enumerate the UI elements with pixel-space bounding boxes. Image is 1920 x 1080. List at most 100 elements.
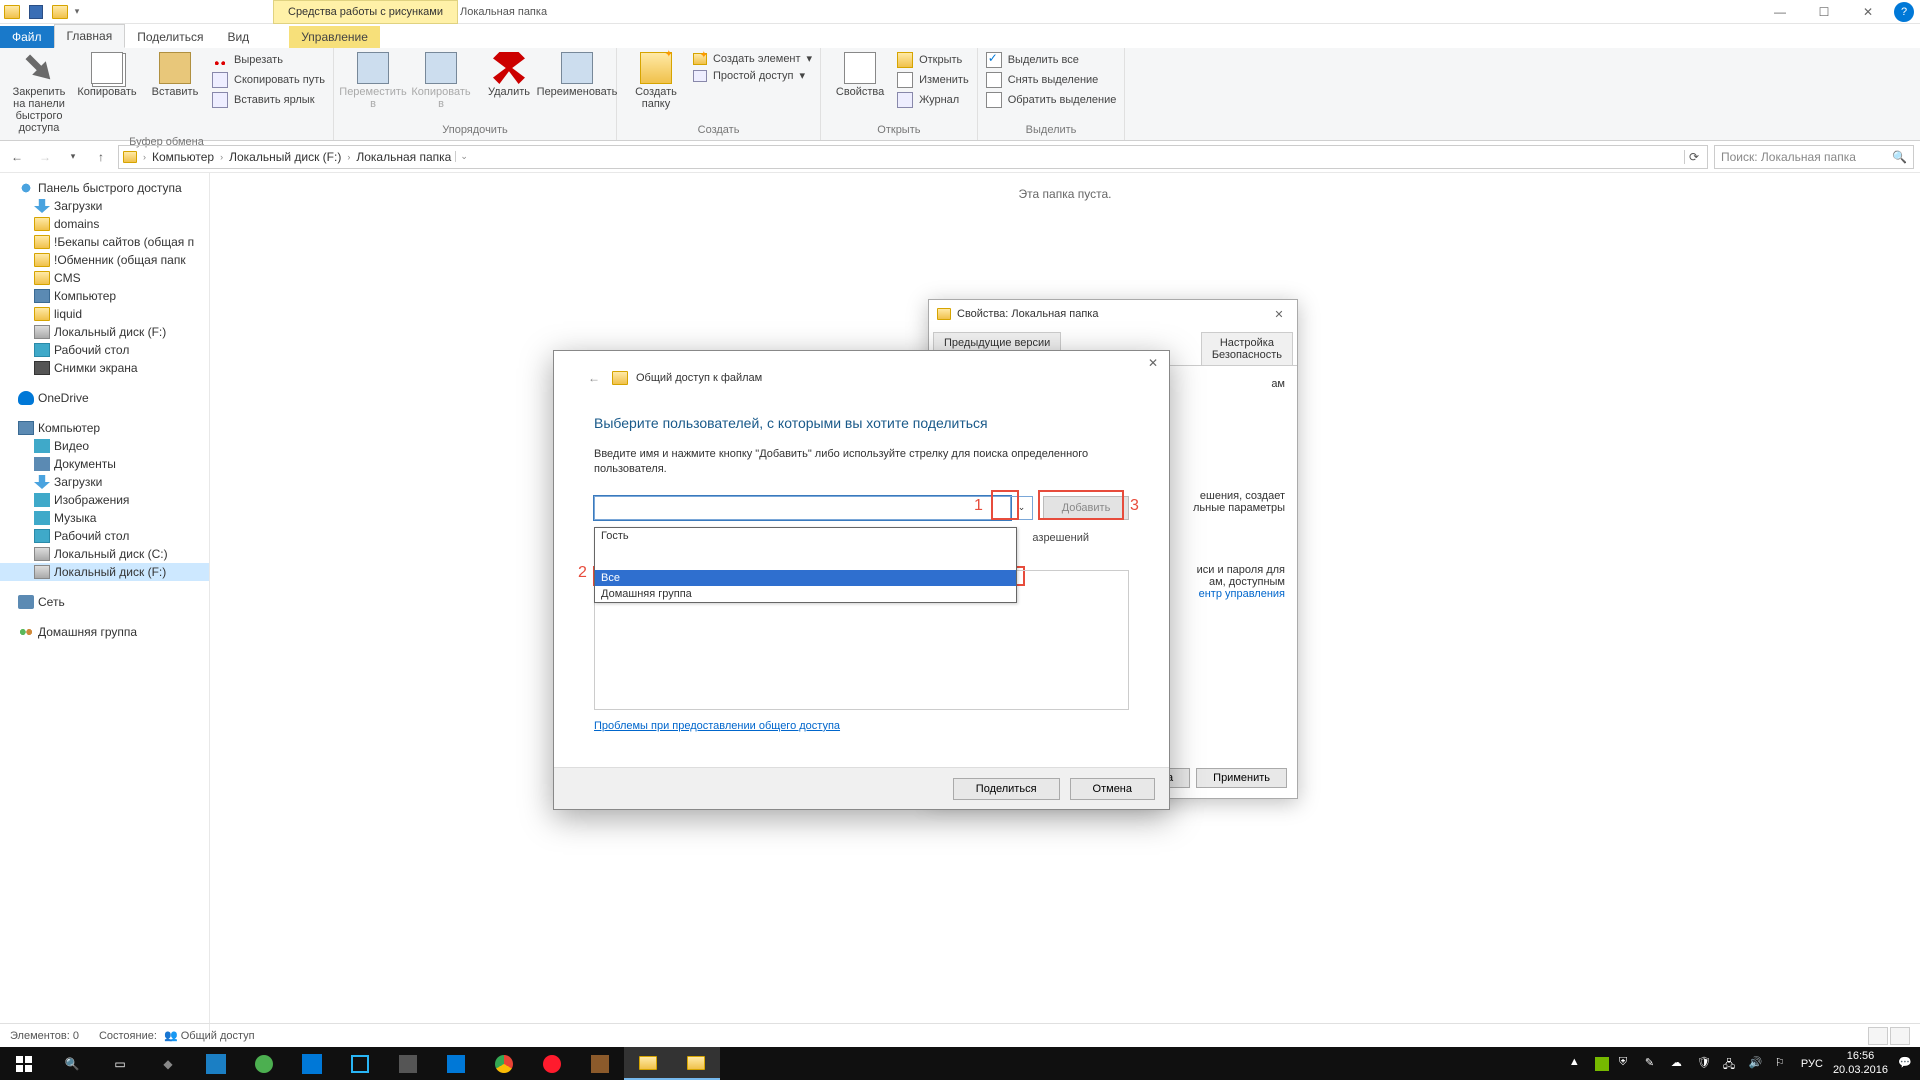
tree-item[interactable]: !Обменник (общая папк	[0, 251, 209, 269]
tray-icon[interactable]	[1595, 1057, 1609, 1071]
qat-save-icon[interactable]	[26, 2, 46, 22]
tree-item[interactable]: !Бекапы сайтов (общая п	[0, 233, 209, 251]
taskbar-chrome-icon[interactable]	[480, 1047, 528, 1080]
forward-button[interactable]: →	[34, 146, 56, 168]
tab-manage[interactable]: Управление	[289, 26, 380, 48]
tree-computer[interactable]: Компьютер	[0, 419, 209, 437]
taskbar-taskview-icon[interactable]: ▭	[96, 1047, 144, 1080]
share-dropdown-button[interactable]: ⌄	[1011, 496, 1033, 520]
tray-icon[interactable]: ▲	[1569, 1056, 1585, 1072]
props-apply-button[interactable]: Применить	[1196, 768, 1287, 788]
tree-network[interactable]: Сеть	[0, 593, 209, 611]
share-option-everyone[interactable]: Все	[595, 570, 1016, 586]
refresh-button[interactable]: ⟳	[1684, 150, 1703, 164]
selectnone-button[interactable]: Снять выделение	[986, 72, 1117, 88]
invert-button[interactable]: Обратить выделение	[986, 92, 1117, 108]
props-tab-config[interactable]: Настройка Безопасность	[1201, 332, 1293, 365]
taskbar-app[interactable]	[384, 1047, 432, 1080]
delete-button[interactable]: Удалить	[478, 52, 540, 98]
tray-network-icon[interactable]: 🖧	[1723, 1056, 1739, 1072]
share-user-input[interactable]	[594, 496, 1011, 520]
pin-quick-access-button[interactable]: Закрепить на панели быстрого доступа	[8, 52, 70, 134]
tree-item[interactable]: Рабочий стол	[0, 527, 209, 545]
newfolder-button[interactable]: Создать папку	[625, 52, 687, 110]
tray-icon[interactable]: ⛨	[1619, 1056, 1635, 1072]
tray-volume-icon[interactable]: 🔊	[1749, 1056, 1765, 1072]
help-button[interactable]: ?	[1894, 2, 1914, 22]
tray-clock[interactable]: 16:56 20.03.2016	[1833, 1050, 1888, 1076]
tab-view[interactable]: Вид	[215, 26, 261, 48]
taskbar-app[interactable]	[576, 1047, 624, 1080]
tree-item[interactable]: Загрузки	[0, 473, 209, 491]
taskbar-explorer-icon[interactable]	[672, 1047, 720, 1080]
tree-item[interactable]: Локальный диск (F:)	[0, 323, 209, 341]
tree-item[interactable]: Видео	[0, 437, 209, 455]
share-back-button[interactable]: ←	[584, 368, 604, 388]
tray-icon[interactable]: ⚐	[1775, 1056, 1791, 1072]
share-option-guest[interactable]: Гость	[595, 528, 1016, 544]
history-button[interactable]: Журнал	[897, 92, 969, 108]
properties-button[interactable]: Свойства	[829, 52, 891, 98]
address-box[interactable]: › Компьютер › Локальный диск (F:) › Лока…	[118, 145, 1708, 169]
breadcrumb[interactable]: Компьютер	[152, 150, 214, 164]
paste-shortcut-button[interactable]: Вставить ярлык	[212, 92, 325, 108]
taskbar-app[interactable]	[288, 1047, 336, 1080]
tab-file[interactable]: Файл	[0, 26, 54, 48]
tree-item[interactable]: CMS	[0, 269, 209, 287]
taskbar-opera-icon[interactable]	[528, 1047, 576, 1080]
address-dropdown[interactable]: ⌄	[455, 151, 472, 162]
copyto-button[interactable]: Копировать в	[410, 52, 472, 110]
tree-item[interactable]: Музыка	[0, 509, 209, 527]
tree-item[interactable]: Документы	[0, 455, 209, 473]
tab-share[interactable]: Поделиться	[125, 26, 215, 48]
edit-button[interactable]: Изменить	[897, 72, 969, 88]
open-button[interactable]: Открыть	[897, 52, 969, 68]
share-add-button[interactable]: Добавить	[1043, 496, 1129, 520]
qat-folder-icon[interactable]	[50, 2, 70, 22]
qat-dropdown[interactable]: ▾	[72, 3, 82, 21]
taskbar-search-icon[interactable]: 🔍	[48, 1047, 96, 1080]
taskbar-app[interactable]	[192, 1047, 240, 1080]
maximize-button[interactable]: ☐	[1802, 0, 1846, 24]
taskbar-app[interactable]	[240, 1047, 288, 1080]
copy-button[interactable]: Копировать	[76, 52, 138, 98]
tray-notifications-icon[interactable]: 💬	[1898, 1056, 1914, 1072]
breadcrumb[interactable]: Локальная папка	[356, 150, 451, 164]
up-button[interactable]: ↑	[90, 146, 112, 168]
tree-homegroup[interactable]: Домашняя группа	[0, 623, 209, 641]
taskbar-app[interactable]	[432, 1047, 480, 1080]
tree-item[interactable]: Изображения	[0, 491, 209, 509]
taskbar-explorer-icon[interactable]	[624, 1047, 672, 1080]
tray-icon[interactable]: ✎	[1645, 1056, 1661, 1072]
taskbar-app[interactable]	[336, 1047, 384, 1080]
share-share-button[interactable]: Поделиться	[953, 778, 1060, 800]
tree-item[interactable]: Локальный диск (C:)	[0, 545, 209, 563]
rename-button[interactable]: Переименовать	[546, 52, 608, 98]
tree-item-selected[interactable]: Локальный диск (F:)	[0, 563, 209, 581]
start-button[interactable]	[0, 1047, 48, 1080]
tree-quick-access[interactable]: Панель быстрого доступа	[0, 179, 209, 197]
moveto-button[interactable]: Переместить в	[342, 52, 404, 110]
taskbar-app[interactable]: ◆	[144, 1047, 192, 1080]
tab-home[interactable]: Главная	[54, 24, 126, 48]
cut-button[interactable]: Вырезать	[212, 52, 325, 68]
tray-language[interactable]: РУС	[1801, 1058, 1823, 1070]
recent-dropdown[interactable]: ▾	[62, 146, 84, 168]
props-link[interactable]: ентр управления	[1199, 588, 1285, 600]
tray-icon[interactable]: 🛡	[1697, 1056, 1713, 1072]
props-close-button[interactable]: ✕	[1265, 304, 1293, 324]
tree-item[interactable]: Загрузки	[0, 197, 209, 215]
share-cancel-button[interactable]: Отмена	[1070, 778, 1155, 800]
share-close-button[interactable]: ✕	[1139, 353, 1167, 373]
tree-item[interactable]: Компьютер	[0, 287, 209, 305]
tree-item[interactable]: domains	[0, 215, 209, 233]
view-details-button[interactable]	[1868, 1027, 1888, 1045]
tree-onedrive[interactable]: OneDrive	[0, 389, 209, 407]
selectall-button[interactable]: Выделить все	[986, 52, 1117, 68]
tree-item[interactable]: Рабочий стол	[0, 341, 209, 359]
tree-item[interactable]: liquid	[0, 305, 209, 323]
breadcrumb[interactable]: Локальный диск (F:)	[229, 150, 341, 164]
tray-icon[interactable]: ☁	[1671, 1056, 1687, 1072]
close-button[interactable]: ✕	[1846, 0, 1890, 24]
search-input[interactable]: Поиск: Локальная папка 🔍	[1714, 145, 1914, 169]
